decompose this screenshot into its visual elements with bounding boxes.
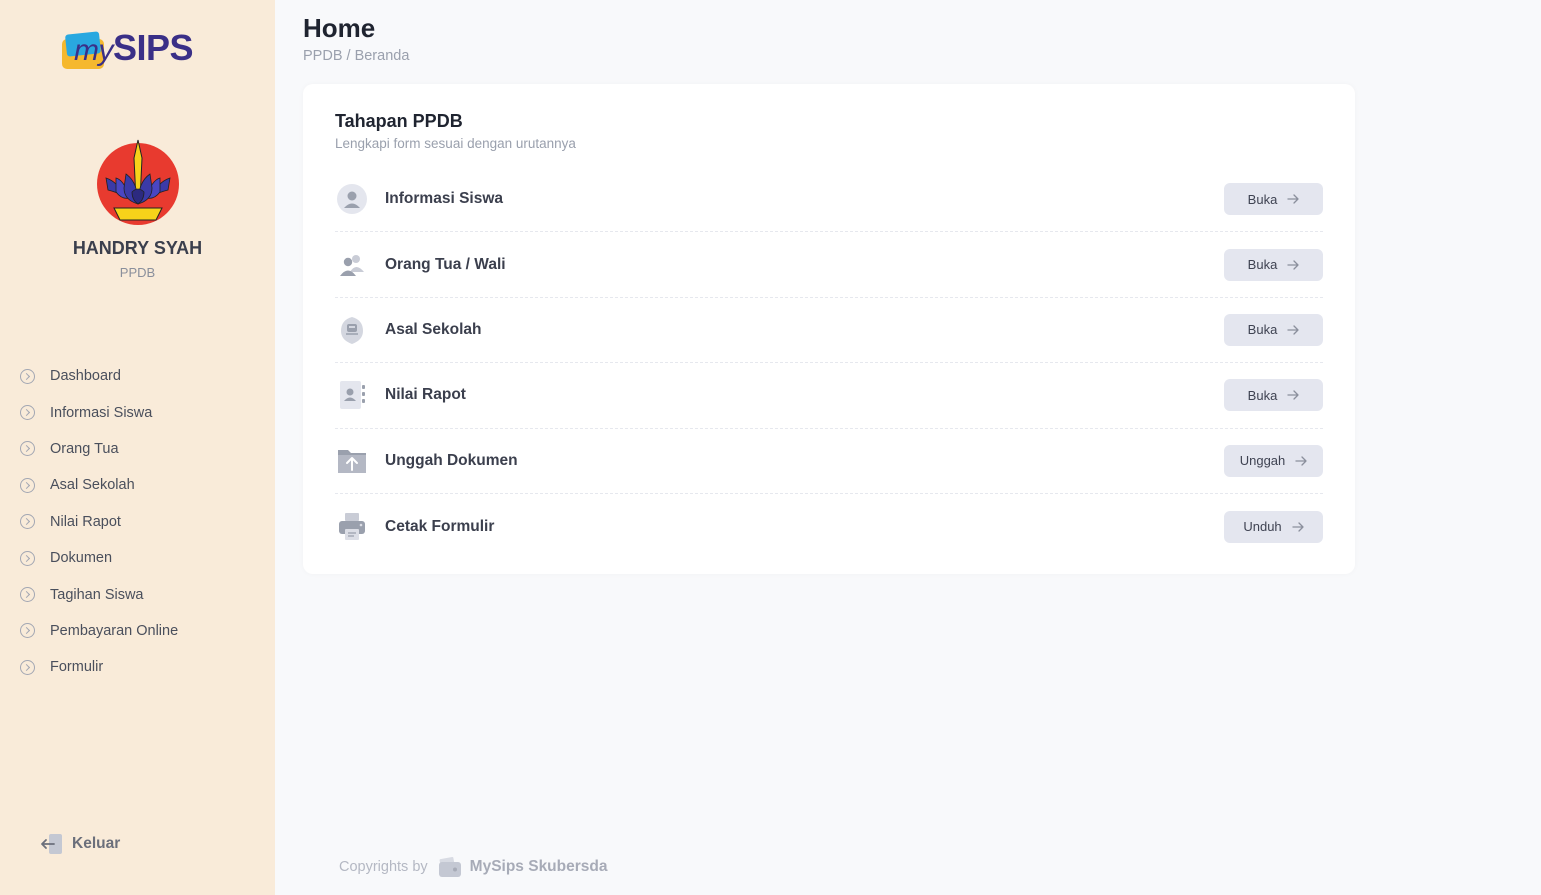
app-logo[interactable]: mySIPS [60, 24, 215, 74]
logout-icon [41, 834, 62, 854]
footer-brand: MySips Skubersda [469, 858, 608, 875]
sidebar: mySIPS HANDRY SYAH PPDB Dashboard Inform… [0, 0, 275, 895]
step-label: Nilai Rapot [385, 386, 466, 404]
footer: Copyrights by MySips Skubersda [339, 856, 607, 878]
step-label: Asal Sekolah [385, 320, 482, 338]
sidebar-item-label: Dokumen [50, 550, 113, 567]
download-form-button[interactable]: Unduh [1224, 510, 1323, 543]
logo-name: SIPS [113, 27, 194, 68]
step-informasi-siswa: Informasi Siswa Buka [335, 167, 1323, 233]
ppdb-steps-card: Tahapan PPDB Lengkapi form sesuai dengan… [303, 84, 1355, 574]
sidebar-item-asal-sekolah[interactable]: Asal Sekolah [20, 467, 260, 503]
sidebar-item-dashboard[interactable]: Dashboard [20, 358, 260, 394]
sidebar-item-label: Informasi Siswa [50, 404, 153, 421]
chevron-circle-icon [20, 405, 35, 421]
step-unggah-dokumen: Unggah Dokumen Unggah [335, 429, 1323, 494]
sidebar-item-dokumen[interactable]: Dokumen [20, 540, 260, 576]
school-badge-icon [335, 313, 369, 347]
address-book-icon [335, 378, 369, 412]
arrow-right-icon [1292, 521, 1304, 532]
logout-button[interactable]: Keluar [40, 833, 120, 855]
open-nilai-rapot-button[interactable]: Buka [1224, 379, 1323, 412]
sidebar-nav: Dashboard Informasi Siswa Orang Tua Asal… [20, 358, 260, 686]
open-asal-sekolah-button[interactable]: Buka [1224, 313, 1323, 346]
chevron-circle-icon [20, 368, 35, 384]
button-label: Unggah [1239, 453, 1286, 469]
upload-document-button[interactable]: Unggah [1224, 444, 1323, 477]
sidebar-item-label: Nilai Rapot [50, 513, 121, 530]
breadcrumb: PPDB / Beranda [303, 48, 410, 64]
step-label: Unggah Dokumen [385, 451, 518, 469]
sidebar-item-label: Pembayaran Online [50, 622, 179, 639]
arrow-right-icon [1287, 390, 1299, 401]
open-informasi-siswa-button[interactable]: Buka [1224, 183, 1323, 216]
card-subtitle: Lengkapi form sesuai dengan urutannya [335, 136, 576, 151]
step-nilai-rapot: Nilai Rapot Buka [335, 363, 1323, 429]
arrow-right-icon [1295, 456, 1307, 466]
app-logo-text: mySIPS [74, 27, 194, 71]
steps-list: Informasi Siswa Buka Orang Tua / Wali Bu… [335, 167, 1323, 559]
chevron-circle-icon [20, 441, 35, 457]
step-label: Orang Tua / Wali [385, 255, 506, 273]
sidebar-item-nilai-rapot[interactable]: Nilai Rapot [20, 504, 260, 540]
button-label: Buka [1247, 387, 1278, 403]
chevron-circle-icon [20, 550, 35, 566]
sidebar-item-orang-tua[interactable]: Orang Tua [20, 431, 260, 467]
user-name: HANDRY SYAH [72, 238, 203, 258]
sidebar-item-label: Formulir [50, 659, 104, 676]
sidebar-item-informasi-siswa[interactable]: Informasi Siswa [20, 394, 260, 430]
chevron-circle-icon [20, 514, 35, 530]
user-circle-icon [335, 182, 369, 216]
chevron-circle-icon [20, 587, 35, 603]
school-emblem-icon [97, 139, 179, 225]
button-label: Buka [1247, 257, 1278, 273]
sidebar-item-formulir[interactable]: Formulir [20, 649, 260, 685]
button-label: Unduh [1243, 519, 1282, 535]
logout-label: Keluar [72, 835, 121, 852]
sidebar-item-tagihan-siswa[interactable]: Tagihan Siswa [20, 576, 260, 612]
chevron-circle-icon [20, 477, 35, 493]
step-cetak-formulir: Cetak Formulir Unduh [335, 494, 1323, 559]
sidebar-item-label: Tagihan Siswa [50, 586, 144, 603]
chevron-circle-icon [20, 623, 35, 639]
open-orang-tua-button[interactable]: Buka [1224, 248, 1323, 281]
sidebar-item-label: Asal Sekolah [50, 477, 135, 494]
step-label: Cetak Formulir [385, 517, 495, 535]
sidebar-item-label: Dashboard [50, 368, 121, 385]
user-role: PPDB [119, 265, 156, 280]
button-label: Buka [1247, 322, 1278, 338]
folder-upload-icon [335, 444, 369, 478]
page-title: Home [303, 13, 376, 43]
chevron-circle-icon [20, 659, 35, 675]
card-title: Tahapan PPDB [335, 111, 463, 131]
sidebar-item-label: Orang Tua [50, 440, 119, 457]
arrow-right-icon [1287, 325, 1299, 335]
arrow-right-icon [1287, 194, 1299, 204]
users-icon [335, 248, 369, 282]
wallet-icon [438, 857, 461, 877]
button-label: Buka [1247, 191, 1278, 207]
step-asal-sekolah: Asal Sekolah Buka [335, 298, 1323, 364]
footer-copyright: Copyrights by [339, 859, 428, 875]
logo-prefix: my [74, 34, 114, 67]
sidebar-item-pembayaran-online[interactable]: Pembayaran Online [20, 613, 260, 649]
step-label: Informasi Siswa [385, 190, 504, 208]
step-orang-tua-wali: Orang Tua / Wali Buka [335, 232, 1323, 298]
printer-icon [335, 510, 369, 544]
arrow-right-icon [1287, 259, 1299, 270]
